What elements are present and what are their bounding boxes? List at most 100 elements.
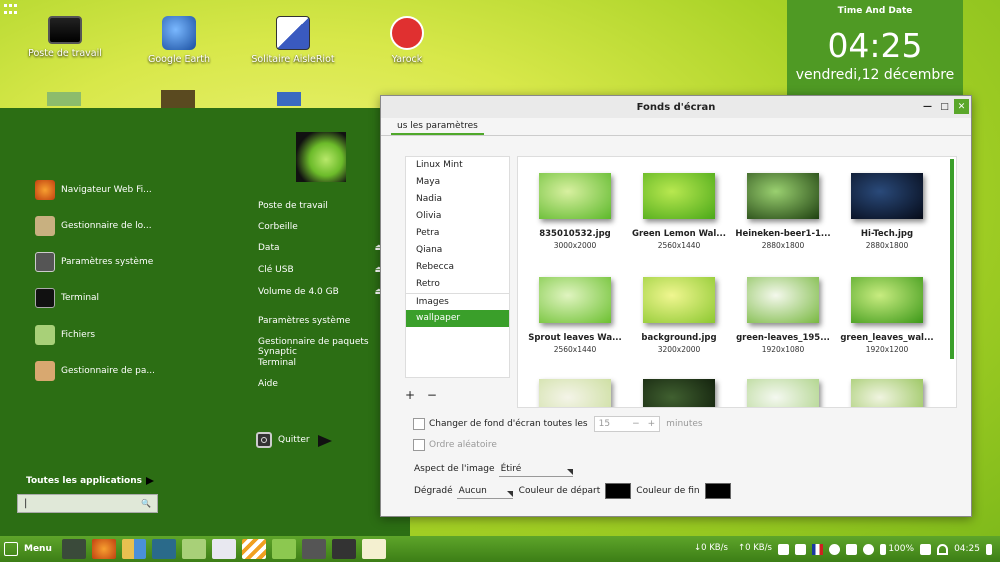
desktop-icon-yarock[interactable]: Yarock bbox=[357, 16, 457, 65]
tools-icon[interactable] bbox=[846, 543, 858, 555]
update-icon[interactable] bbox=[863, 543, 875, 555]
monitor-icon bbox=[48, 16, 82, 44]
notes-task-icon[interactable] bbox=[361, 539, 386, 559]
place-computer[interactable]: Poste de travail bbox=[258, 201, 383, 211]
clipboard-icon[interactable] bbox=[795, 543, 807, 555]
place-label: Poste de travail bbox=[258, 201, 328, 211]
start-color-button[interactable] bbox=[605, 483, 632, 499]
net-download: ↓0 KB/s bbox=[694, 543, 728, 553]
system-terminal-link[interactable]: Terminal bbox=[258, 358, 383, 368]
wallpaper-task-icon[interactable] bbox=[271, 539, 296, 559]
usb-launcher-icon[interactable] bbox=[211, 539, 236, 559]
gradient-select[interactable]: Aucun bbox=[456, 483, 513, 499]
keyboard-layout-icon[interactable] bbox=[812, 543, 824, 555]
wallpaper-dimensions: 3000x2000 bbox=[553, 241, 597, 250]
desktop-icon-google-earth[interactable]: Google Earth bbox=[129, 16, 229, 65]
favorite-software-manager[interactable]: Gestionnaire de lo... bbox=[35, 216, 152, 236]
bluetooth-icon[interactable] bbox=[829, 543, 841, 555]
folder-item-selected[interactable]: wallpaper bbox=[406, 310, 509, 327]
wallpaper-thumbnail[interactable] bbox=[628, 379, 730, 407]
battery-icon[interactable]: 100% bbox=[880, 543, 914, 555]
settings-task-icon[interactable] bbox=[301, 539, 326, 559]
place-label: Corbeille bbox=[258, 222, 298, 232]
desktop-icon-folder[interactable] bbox=[47, 92, 81, 106]
network-launcher-icon[interactable] bbox=[151, 539, 176, 559]
interval-stepper[interactable]: 15 − + bbox=[593, 416, 661, 432]
theme-item[interactable]: Retro bbox=[406, 276, 509, 293]
theme-item[interactable]: Rebecca bbox=[406, 259, 509, 276]
folder-add-remove: + − bbox=[405, 388, 437, 402]
maximize-button[interactable]: □ bbox=[937, 99, 952, 114]
search-input[interactable]: | 🔍 bbox=[17, 494, 158, 513]
desktop-icon-computer[interactable]: Poste de travail bbox=[15, 16, 115, 59]
wallpaper-thumbnail[interactable] bbox=[732, 379, 834, 407]
firefox-launcher-icon[interactable] bbox=[91, 539, 116, 559]
remove-folder-button[interactable]: − bbox=[427, 388, 437, 402]
software-launcher-icon[interactable] bbox=[121, 539, 146, 559]
theme-item[interactable]: Linux Mint bbox=[406, 157, 509, 174]
user-icon[interactable] bbox=[778, 543, 790, 555]
tab-all-settings[interactable]: us les paramètres bbox=[391, 119, 484, 135]
shield-icon[interactable] bbox=[920, 543, 932, 555]
notification-icon[interactable] bbox=[986, 543, 992, 555]
files-launcher-icon[interactable] bbox=[181, 539, 206, 559]
favorite-package-manager[interactable]: Gestionnaire de pa... bbox=[35, 361, 155, 381]
favorite-firefox[interactable]: Navigateur Web Fi... bbox=[35, 180, 152, 200]
quit-button[interactable]: Quitter bbox=[256, 432, 310, 448]
menu-button[interactable]: Menu bbox=[0, 542, 52, 556]
favorite-label: Fichiers bbox=[61, 330, 96, 340]
search-icon[interactable]: 🔍 bbox=[141, 499, 151, 508]
system-help-link[interactable]: Aide bbox=[258, 379, 383, 389]
theme-item[interactable]: Petra bbox=[406, 225, 509, 242]
system-label: Aide bbox=[258, 379, 278, 389]
wallpaper-thumbnail[interactable] bbox=[524, 379, 626, 407]
favorite-system-settings[interactable]: Paramètres système bbox=[35, 252, 153, 272]
favorite-files[interactable]: Fichiers bbox=[35, 325, 95, 345]
place-usb[interactable]: Clé USB ⏏ bbox=[258, 265, 383, 275]
theme-item[interactable]: Qiana bbox=[406, 242, 509, 259]
place-trash[interactable]: Corbeille bbox=[258, 222, 383, 232]
theme-item[interactable]: Maya bbox=[406, 174, 509, 191]
wallpaper-thumbnail[interactable]: Green Lemon Wal... 2560x1440 bbox=[628, 173, 730, 250]
minimize-button[interactable]: — bbox=[920, 99, 935, 114]
theme-item[interactable]: Olivia bbox=[406, 208, 509, 225]
taskbar-clock[interactable]: 04:25 bbox=[954, 544, 980, 554]
random-order-checkbox[interactable] bbox=[413, 439, 425, 451]
place-data[interactable]: Data ⏏ bbox=[258, 243, 383, 253]
wallpaper-thumbnail[interactable] bbox=[836, 379, 938, 407]
wallpaper-thumbnail[interactable]: Heineken-beer1-1... 2880x1800 bbox=[732, 173, 834, 250]
all-applications-button[interactable]: Toutes les applications bbox=[26, 476, 154, 486]
wallpaper-thumbnail[interactable]: Hi-Tech.jpg 2880x1800 bbox=[836, 173, 938, 250]
wallpaper-thumbnail[interactable]: 835010532.jpg 3000x2000 bbox=[524, 173, 626, 250]
show-desktop-icon[interactable] bbox=[61, 539, 86, 559]
editor-launcher-icon[interactable] bbox=[241, 539, 266, 559]
wifi-icon[interactable] bbox=[937, 543, 949, 555]
place-volume[interactable]: Volume de 4.0 GB ⏏ bbox=[258, 287, 383, 297]
increment-button[interactable]: + bbox=[648, 419, 656, 429]
arrow-right-icon[interactable] bbox=[318, 435, 332, 447]
desktop-icon-app[interactable] bbox=[277, 92, 301, 106]
wallpaper-thumbnail[interactable]: green-leaves_195... 1920x1080 bbox=[732, 277, 834, 354]
favorite-terminal[interactable]: Terminal bbox=[35, 288, 99, 308]
system-settings-link[interactable]: Paramètres système bbox=[258, 316, 383, 326]
wallpaper-thumbnail[interactable]: green_leaves_wal... 1920x1200 bbox=[836, 277, 938, 354]
folder-item[interactable]: Images bbox=[406, 293, 509, 310]
desktop-icon-solitaire[interactable]: Solitaire AisleRiot bbox=[243, 16, 343, 65]
wallpaper-thumbnail[interactable]: background.jpg 3200x2000 bbox=[628, 277, 730, 354]
theme-item[interactable]: Nadia bbox=[406, 191, 509, 208]
aspect-select[interactable]: Étiré bbox=[498, 461, 573, 477]
decrement-button[interactable]: − bbox=[632, 419, 640, 429]
close-button[interactable]: ✕ bbox=[954, 99, 969, 114]
wallpaper-thumbnail[interactable]: Sprout leaves Wa... 2560x1440 bbox=[524, 277, 626, 354]
gallery-scrollbar[interactable] bbox=[950, 159, 954, 359]
aspect-option: Aspect de l'image Étiré bbox=[414, 461, 573, 477]
add-folder-button[interactable]: + bbox=[405, 388, 415, 402]
window-titlebar[interactable]: Fonds d'écran — □ ✕ bbox=[381, 96, 971, 118]
desktop-grid-icon[interactable] bbox=[4, 4, 17, 16]
desktop-icon-app[interactable] bbox=[161, 90, 195, 108]
media-task-icon[interactable] bbox=[331, 539, 356, 559]
play-icon bbox=[390, 16, 424, 50]
change-wallpaper-checkbox[interactable] bbox=[413, 418, 425, 430]
package-icon bbox=[35, 216, 55, 236]
end-color-button[interactable] bbox=[704, 483, 731, 499]
